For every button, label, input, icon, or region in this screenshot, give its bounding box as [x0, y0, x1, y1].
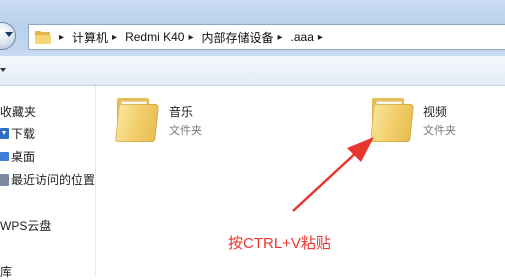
- annotation-text: 按CTRL+V粘贴: [228, 235, 331, 252]
